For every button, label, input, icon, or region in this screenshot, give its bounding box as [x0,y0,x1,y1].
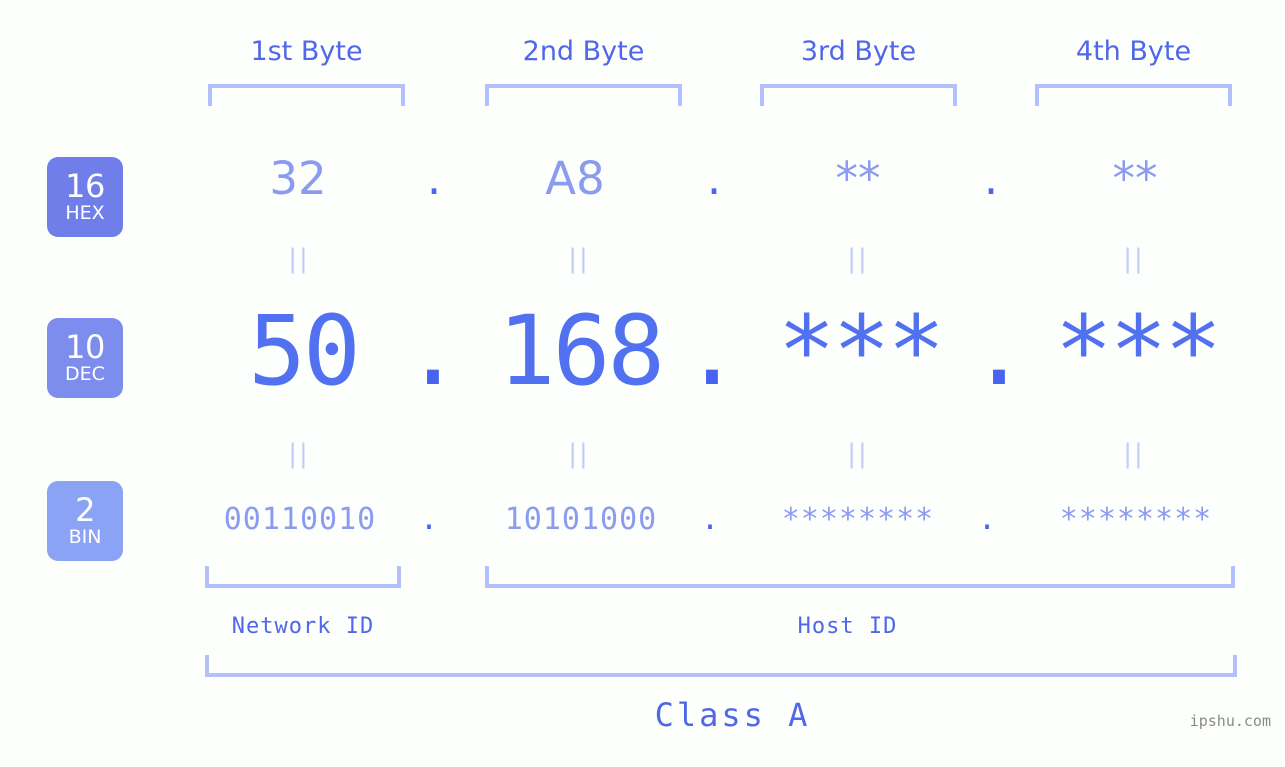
class-label: Class A [654,696,811,734]
network-id-label: Network ID [231,614,375,639]
equals-mark-dec-bin-3: || [847,439,869,469]
base-badge-bin: 2 BIN [47,481,123,561]
hex-byte-value-3: ** [835,152,881,205]
dec-byte-value-3: *** [777,295,945,407]
base-badge-dec-number: 10 [65,328,105,366]
equals-mark-hex-dec-3: || [847,244,869,274]
hex-byte-value-4: ** [1112,152,1158,205]
dec-byte-value-4: *** [1054,295,1222,407]
site-watermark: ipshu.com [1189,712,1271,730]
equals-mark-dec-bin-4: || [1123,439,1145,469]
network-id-bracket [205,566,401,588]
byte-header-label-2: 2nd Byte [522,36,645,67]
hex-separator-2: . [706,152,722,205]
bin-byte-value-4: ******** [1059,502,1213,537]
byte-bracket-2 [485,84,682,106]
equals-mark-hex-dec-2: || [568,244,590,274]
bin-separator-1: . [419,502,439,537]
base-badge-bin-number: 2 [75,491,95,529]
equals-mark-hex-dec-1: || [288,244,310,274]
hex-byte-value-2: A8 [545,152,605,205]
bin-byte-value-3: ******** [781,502,935,537]
dec-byte-value-2: 168 [497,295,665,407]
base-badge-dec-label: DEC [65,363,105,385]
byte-bracket-4 [1035,84,1232,106]
dec-byte-value-1: 50 [248,295,361,407]
byte-header-label-1: 1st Byte [250,36,363,67]
equals-mark-hex-dec-4: || [1123,244,1145,274]
hex-separator-1: . [426,152,442,205]
bin-separator-3: . [977,502,997,537]
byte-header-label-3: 3rd Byte [800,36,917,67]
bin-byte-value-1: 00110010 [223,502,377,537]
byte-header-label-4: 4th Byte [1075,36,1192,67]
byte-bracket-1 [208,84,405,106]
base-badge-hex: 16 HEX [47,157,123,237]
bin-separator-2: . [700,502,720,537]
bin-byte-value-2: 10101000 [504,502,658,537]
base-badge-hex-number: 16 [65,167,105,205]
hex-byte-value-1: 32 [269,152,327,205]
base-badge-hex-label: HEX [65,202,105,224]
dec-separator-1: . [404,295,462,407]
dec-separator-2: . [683,295,741,407]
equals-mark-dec-bin-2: || [568,439,590,469]
base-badge-bin-label: BIN [68,526,102,548]
base-badge-dec: 10 DEC [47,318,123,398]
host-id-bracket [485,566,1235,588]
host-id-label: Host ID [797,614,898,639]
ip-address-breakdown-diagram: 1st Byte 2nd Byte 3rd Byte 4th Byte 16 H… [0,0,1285,767]
equals-mark-dec-bin-1: || [288,439,310,469]
byte-bracket-3 [760,84,957,106]
class-bracket [205,655,1237,677]
hex-separator-3: . [983,152,999,205]
